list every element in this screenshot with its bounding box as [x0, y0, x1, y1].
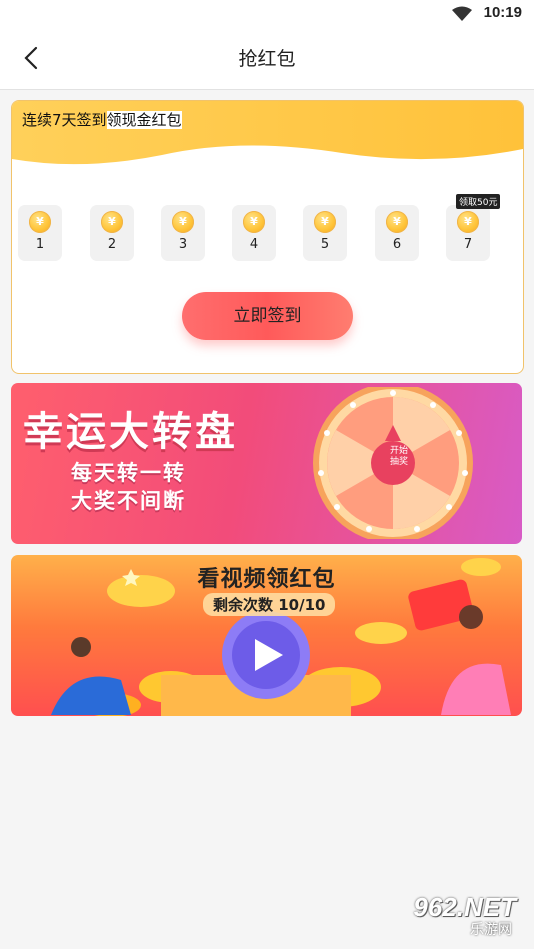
signin-title-highlight: 领现金红包 — [106, 111, 182, 129]
day-1[interactable]: ¥ 1 — [18, 205, 62, 261]
status-bar: 10:19 — [0, 0, 534, 28]
watch-video-banner[interactable]: 看视频领红包 剩余次数 10/10 — [11, 555, 522, 716]
day-number: 5 — [320, 237, 330, 252]
wheel-start-line-1: 开始 — [389, 446, 408, 456]
signin-card: 连续7天签到领现金红包 领取50元 ¥ 1 ¥ 2 ¥ 3 ¥ 4 ¥ 5 ¥ … — [11, 100, 524, 374]
signin-days: ¥ 1 ¥ 2 ¥ 3 ¥ 4 ¥ 5 ¥ 6 ¥ 7 — [18, 205, 518, 265]
signin-title: 连续7天签到领现金红包 — [22, 109, 182, 130]
day-number: 2 — [107, 237, 117, 252]
coin-icon: ¥ — [101, 211, 123, 233]
wheel-subtitle-2: 大奖不间断 — [71, 489, 186, 513]
wheel-start-label[interactable]: 开始 抽奖 — [379, 446, 419, 468]
coin-icon: ¥ — [29, 211, 51, 233]
day-number: 4 — [249, 237, 259, 252]
day-number: 7 — [463, 237, 473, 252]
app-header: 抢红包 — [0, 28, 534, 90]
wifi-icon — [452, 6, 472, 21]
video-remaining-count: 剩余次数 10/10 — [203, 593, 336, 616]
page-title: 抢红包 — [238, 48, 296, 70]
wheel-title: 幸运大转盘 — [23, 409, 238, 455]
day-2[interactable]: ¥ 2 — [90, 205, 134, 261]
day-6[interactable]: ¥ 6 — [375, 205, 419, 261]
coin-icon: ¥ — [386, 211, 408, 233]
day-7[interactable]: ¥ 7 — [446, 205, 490, 261]
day-number: 1 — [35, 237, 45, 252]
day-5[interactable]: ¥ 5 — [303, 205, 347, 261]
coin-icon: ¥ — [243, 211, 265, 233]
watermark-logo: 962.NET 乐游网 — [398, 892, 526, 943]
wheel-start-line-2: 抽奖 — [389, 457, 408, 467]
wheel-subtitle-1: 每天转一转 — [71, 461, 186, 485]
day7-reward-tag: 领取50元 — [456, 194, 501, 209]
status-time: 10:19 — [483, 4, 522, 21]
signin-button[interactable]: 立即签到 — [182, 292, 353, 340]
lucky-wheel-banner[interactable]: 幸运大转盘 每天转一转 大奖不间断 开始 抽奖 — [11, 383, 522, 544]
day-number: 6 — [392, 237, 402, 252]
coin-icon: ¥ — [314, 211, 336, 233]
coin-icon: ¥ — [457, 211, 479, 233]
day-number: 3 — [178, 237, 188, 252]
watermark-sub: 乐游网 — [470, 922, 512, 938]
coin-icon: ¥ — [172, 211, 194, 233]
video-title: 看视频领红包 — [197, 567, 336, 592]
signin-title-prefix: 连续7天签到 — [22, 111, 107, 129]
day-4[interactable]: ¥ 4 — [232, 205, 276, 261]
day-3[interactable]: ¥ 3 — [161, 205, 205, 261]
